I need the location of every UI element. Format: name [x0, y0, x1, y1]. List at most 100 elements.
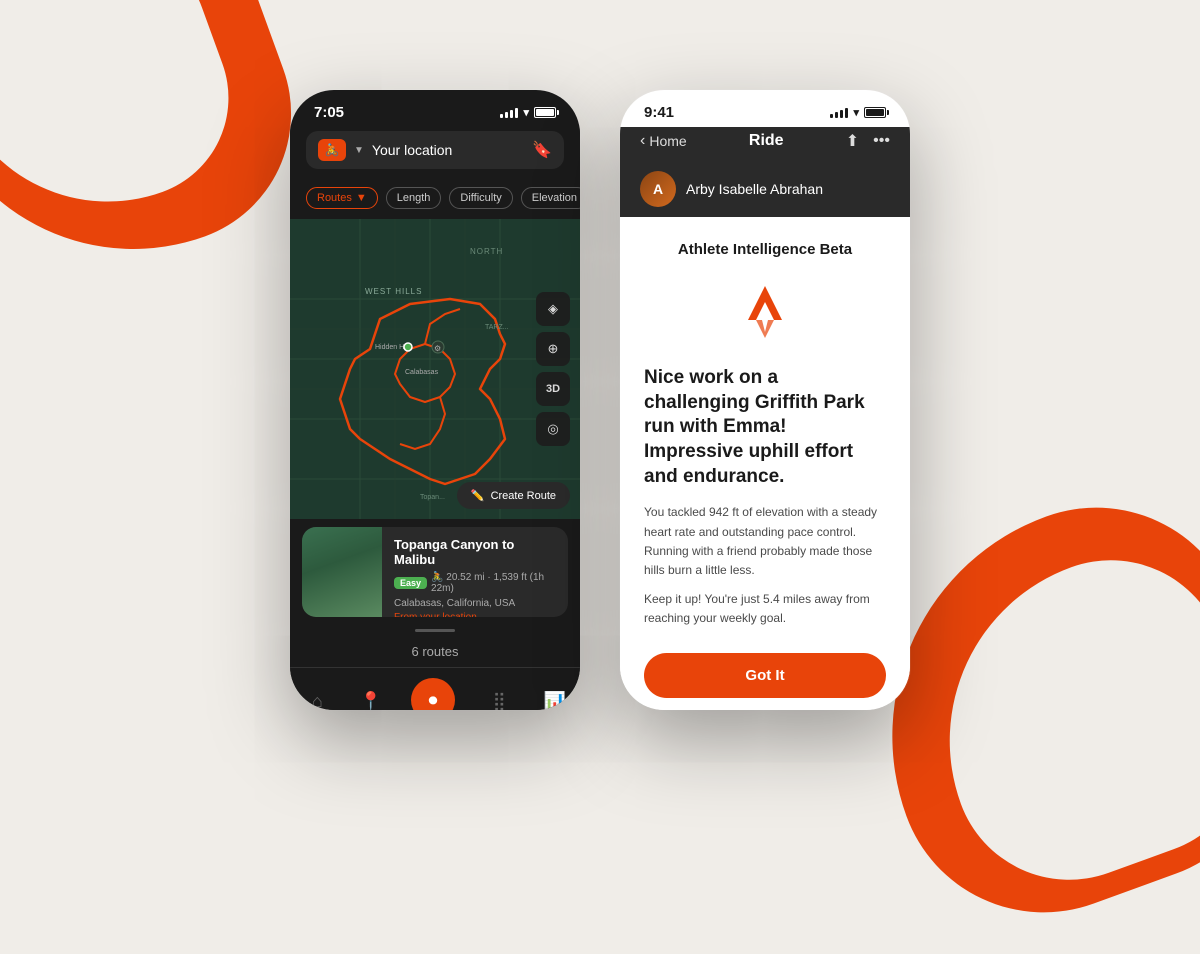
groups-icon: ⣿ — [493, 691, 506, 711]
status-icons-maps: ▾ — [500, 106, 556, 119]
signal-bars — [500, 108, 518, 118]
route-card[interactable]: Topanga Canyon to Malibu Easy 🚴 20.52 mi… — [302, 527, 568, 617]
bike-icon: 🚴 — [318, 139, 346, 161]
location-text: Your location — [372, 142, 524, 158]
avatar: A — [640, 171, 676, 207]
share-icon[interactable]: ⬆ — [846, 131, 859, 151]
you-icon: 📊 — [544, 691, 566, 711]
battery-fill-2 — [866, 109, 884, 116]
routes-count: 6 routes — [290, 638, 580, 665]
signal-bar-2-3 — [840, 110, 843, 118]
record-button[interactable]: ⏺ — [411, 678, 455, 710]
phones-container: 7:05 ▾ 🚴 ▼ Your location 🔖 — [290, 90, 910, 710]
ride-title: Ride — [749, 132, 784, 150]
phone2-nav: ‹ Home Ride ⬆ ••• — [640, 131, 890, 151]
route-title: Topanga Canyon to Malibu — [394, 537, 556, 567]
pencil-icon: ✏️ — [471, 489, 485, 502]
ai-body-2: Keep it up! You're just 5.4 miles away f… — [644, 590, 886, 628]
filter-elevation[interactable]: Elevation — [521, 187, 580, 209]
ai-body-1: You tackled 942 ft of elevation with a s… — [644, 503, 886, 580]
route-meta: Easy 🚴 20.52 mi · 1,539 ft (1h 22m) — [394, 572, 556, 594]
svg-text:NORTH: NORTH — [470, 247, 503, 256]
more-icon[interactable]: ••• — [873, 132, 890, 150]
length-label: Length — [397, 192, 431, 204]
elevation-label: Elevation — [532, 192, 577, 204]
signal-bars-2 — [830, 108, 848, 118]
signal-bar-2 — [505, 112, 508, 118]
signal-bar-2-1 — [830, 114, 833, 118]
signal-bar-1 — [500, 114, 503, 118]
battery-fill — [536, 109, 554, 116]
record-icon: ⏺ — [428, 690, 437, 711]
svg-text:WEST HILLS: WEST HILLS — [365, 287, 422, 296]
phone-maps: 7:05 ▾ 🚴 ▼ Your location 🔖 — [290, 90, 580, 710]
status-time-intel: 9:41 — [644, 104, 674, 121]
battery-icon — [534, 107, 556, 118]
status-icons-intel: ▾ — [830, 106, 886, 119]
3d-btn[interactable]: 3D — [536, 372, 570, 406]
phone2-header: ‹ Home Ride ⬆ ••• — [620, 127, 910, 163]
layers-btn[interactable]: ◈ — [536, 292, 570, 326]
maps-icon: 📍 — [360, 691, 382, 711]
routes-divider — [415, 629, 455, 632]
map-controls: ◈ ⊕ 3D ◎ — [536, 292, 570, 446]
difficulty-badge: Easy — [394, 577, 427, 589]
nav-maps[interactable]: 📍 Maps — [359, 691, 383, 711]
status-time-maps: 7:05 — [314, 104, 344, 121]
filter-row: Routes ▼ Length Difficulty Elevation Sur… — [290, 179, 580, 219]
svg-text:⚙: ⚙ — [434, 344, 441, 353]
nav-home[interactable]: ⌂ Home — [304, 691, 331, 711]
status-bar-maps: 7:05 ▾ — [290, 90, 580, 127]
phone-athlete-intel: 9:41 ▾ ‹ Home Ride — [620, 90, 910, 710]
filter-routes[interactable]: Routes ▼ — [306, 187, 378, 209]
nav-record[interactable]: ⏺ Record — [411, 678, 455, 710]
signal-bar-3 — [510, 110, 513, 118]
create-route-button[interactable]: ✏️ Create Route — [457, 482, 570, 509]
svg-text:Calabasas: Calabasas — [405, 369, 439, 376]
ai-panel: Athlete Intelligence Beta Nice work on a… — [620, 217, 910, 710]
nav-actions: ⬆ ••• — [846, 131, 890, 151]
phone1-header: 🚴 ▼ Your location 🔖 — [290, 127, 580, 179]
compass-btn[interactable]: ⊕ — [536, 332, 570, 366]
home-icon: ⌂ — [312, 691, 323, 711]
share-feedback-button[interactable]: Share feedback — [716, 706, 814, 710]
back-label: Home — [649, 133, 686, 149]
signal-bar-2-2 — [835, 112, 838, 118]
create-route-label: Create Route — [491, 490, 556, 502]
route-card-thumbnail — [302, 527, 382, 617]
battery-icon-2 — [864, 107, 886, 118]
ai-panel-title: Athlete Intelligence Beta — [678, 241, 852, 258]
route-from: From your location — [394, 612, 556, 617]
signal-bar-2-4 — [845, 108, 848, 118]
thumbnail-image — [302, 527, 382, 617]
nav-you[interactable]: 📊 You — [544, 691, 566, 711]
got-it-button[interactable]: Got It — [644, 653, 886, 698]
bookmark-icon[interactable]: 🔖 — [532, 140, 552, 160]
location-bar[interactable]: 🚴 ▼ Your location 🔖 — [306, 131, 564, 169]
nav-groups[interactable]: ⣿ Groups — [483, 691, 516, 711]
status-bar-intel: 9:41 ▾ — [620, 90, 910, 127]
profile-bar: A Arby Isabelle Abrahan — [620, 163, 910, 217]
route-stats: 🚴 20.52 mi · 1,539 ft (1h 22m) — [431, 572, 556, 594]
filter-difficulty[interactable]: Difficulty — [449, 187, 512, 209]
map-area[interactable]: WEST HILLS Hidden Hills Calabasas NORTH … — [290, 219, 580, 519]
ai-headline: Nice work on a challenging Griffith Park… — [644, 366, 886, 489]
location-btn[interactable]: ◎ — [536, 412, 570, 446]
signal-bar-4 — [515, 108, 518, 118]
strava-logo — [730, 278, 800, 348]
difficulty-label: Difficulty — [460, 192, 501, 204]
route-card-info: Topanga Canyon to Malibu Easy 🚴 20.52 mi… — [382, 527, 568, 617]
profile-name: Arby Isabelle Abrahan — [686, 181, 823, 197]
bottom-nav: ⌂ Home 📍 Maps ⏺ Record ⣿ Groups 📊 You — [290, 667, 580, 710]
svg-text:TARZ...: TARZ... — [485, 324, 509, 331]
chevron-down-icon: ▼ — [354, 145, 364, 156]
routes-chevron: ▼ — [356, 192, 367, 204]
svg-text:Topan...: Topan... — [420, 494, 445, 501]
wifi-icon: ▾ — [523, 106, 529, 119]
route-location: Calabasas, California, USA — [394, 598, 556, 609]
back-chevron-icon: ‹ — [640, 132, 645, 150]
filter-length[interactable]: Length — [386, 187, 442, 209]
back-button[interactable]: ‹ Home — [640, 132, 687, 150]
routes-label: Routes — [317, 192, 352, 204]
wifi-icon-2: ▾ — [853, 106, 859, 119]
